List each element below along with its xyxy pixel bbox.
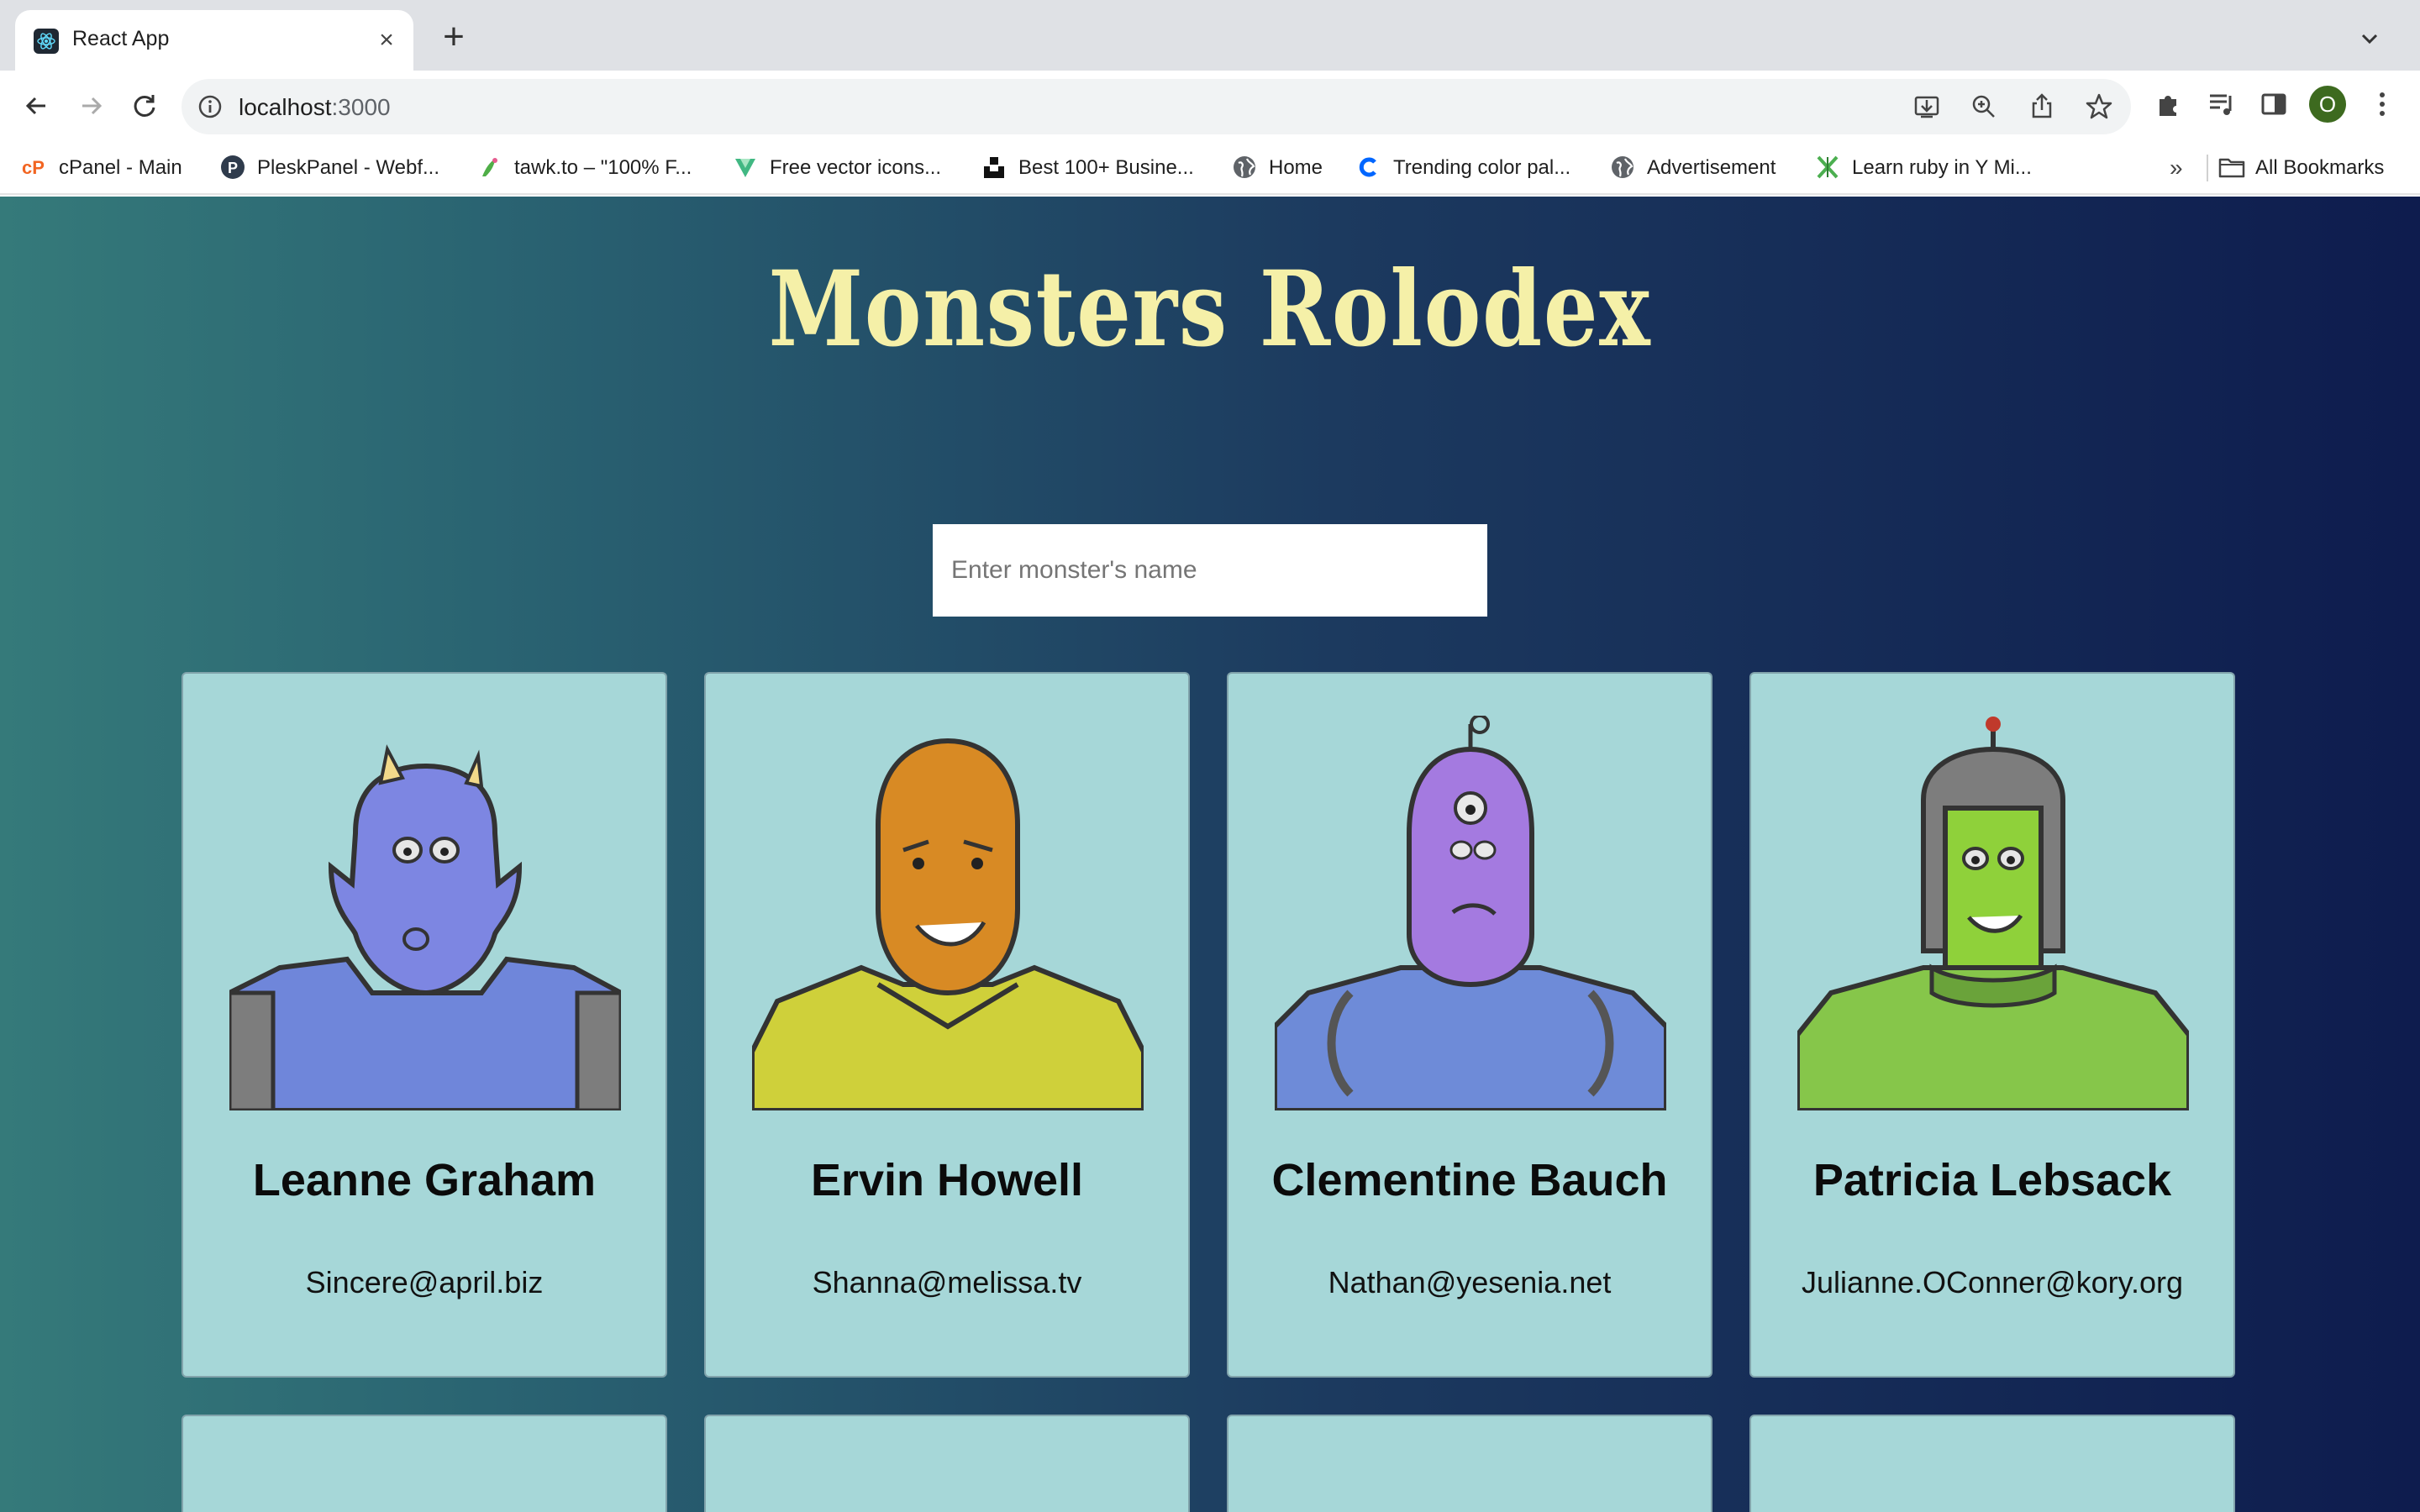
all-bookmarks-button[interactable]: All Bookmarks bbox=[2218, 153, 2384, 183]
tawk-icon bbox=[477, 155, 502, 180]
svg-text:cP: cP bbox=[22, 157, 45, 178]
url-port: :3000 bbox=[331, 94, 391, 120]
bookmark-label: Trending color pal... bbox=[1393, 156, 1571, 179]
bookmark-cpanel[interactable]: cP cPanel - Main bbox=[22, 153, 182, 183]
monster-name: Patricia Lebsack bbox=[1812, 1155, 2172, 1205]
bookmark-learn-ruby[interactable]: Learn ruby in Y Mi... bbox=[1815, 153, 2032, 183]
browser-toolbar: localhost:3000 bbox=[0, 71, 2420, 141]
bookmark-label: PleskPanel - Webf... bbox=[257, 156, 439, 179]
bookmark-plesk[interactable]: P PleskPanel - Webf... bbox=[220, 153, 439, 183]
monster-card[interactable] bbox=[182, 1415, 667, 1512]
tab-react-app[interactable]: React App × bbox=[15, 10, 413, 71]
bookmark-unsplash[interactable]: Best 100+ Busine... bbox=[981, 153, 1194, 183]
monster-name: Clementine Bauch bbox=[1271, 1155, 1668, 1205]
plesk-icon: P bbox=[220, 155, 245, 180]
install-icon[interactable] bbox=[1910, 90, 1944, 123]
search-input[interactable] bbox=[933, 524, 1487, 617]
bookmark-coolors[interactable]: Trending color pal... bbox=[1356, 153, 1570, 183]
globe-icon bbox=[1232, 155, 1257, 180]
bookmark-label: Learn ruby in Y Mi... bbox=[1852, 156, 2032, 179]
app-viewport: Monsters Rolodex Leanne Graham Sincere@a… bbox=[0, 197, 2420, 1512]
address-bar-actions bbox=[1890, 90, 2116, 123]
monster-image bbox=[752, 738, 1144, 1110]
monster-email: Shanna@melissa.tv bbox=[812, 1265, 1082, 1299]
bookmark-label: Home bbox=[1269, 156, 1323, 179]
folder-icon bbox=[2218, 155, 2245, 180]
extensions-icon[interactable] bbox=[2151, 87, 2185, 121]
url-host: localhost bbox=[239, 94, 332, 120]
address-bar[interactable]: localhost:3000 bbox=[182, 79, 2131, 134]
menu-icon[interactable] bbox=[2370, 87, 2395, 121]
back-icon[interactable] bbox=[18, 87, 55, 124]
bookmarks-bar: cP cPanel - Main P PleskPanel - Webf... ta… bbox=[0, 141, 2420, 195]
monster-email: Sincere@april.biz bbox=[305, 1265, 544, 1299]
all-bookmarks-label: All Bookmarks bbox=[2255, 156, 2385, 179]
bookmark-label: cPanel - Main bbox=[59, 156, 182, 179]
unsplash-icon bbox=[981, 155, 1007, 180]
monster-email: Nathan@yesenia.net bbox=[1328, 1265, 1612, 1299]
media-icon[interactable] bbox=[2205, 87, 2238, 121]
monster-card[interactable]: Clementine Bauch Nathan@yesenia.net bbox=[1227, 672, 1712, 1378]
monster-card[interactable] bbox=[704, 1415, 1190, 1512]
bookmark-label: Best 100+ Busine... bbox=[1018, 156, 1194, 179]
url-text: localhost:3000 bbox=[239, 94, 391, 121]
bookmark-home[interactable]: Home bbox=[1232, 153, 1323, 183]
zoom-icon[interactable] bbox=[1967, 90, 2001, 123]
bookmark-label: Advertisement bbox=[1647, 156, 1776, 179]
svg-text:P: P bbox=[228, 160, 238, 176]
monster-image bbox=[1275, 716, 1666, 1110]
forward-icon[interactable] bbox=[72, 87, 109, 124]
info-icon[interactable] bbox=[197, 93, 224, 120]
tab-title: React App bbox=[72, 27, 170, 50]
coolors-icon bbox=[1356, 155, 1381, 180]
monster-name: Ervin Howell bbox=[810, 1155, 1084, 1205]
vector-icon bbox=[733, 155, 758, 180]
bookmarks-divider bbox=[2207, 155, 2208, 181]
monster-card[interactable] bbox=[1227, 1415, 1712, 1512]
cpanel-icon: cP bbox=[22, 155, 47, 180]
bookmark-label: Free vector icons... bbox=[770, 156, 942, 179]
profile-avatar[interactable]: O bbox=[2309, 86, 2346, 123]
chevron-down-icon[interactable] bbox=[2353, 22, 2386, 55]
monster-email: Julianne.OConner@kory.org bbox=[1801, 1265, 2184, 1299]
new-tab-button[interactable]: + bbox=[437, 18, 471, 55]
tab-strip: React App × + bbox=[0, 0, 2420, 71]
share-icon[interactable] bbox=[2025, 90, 2059, 123]
monster-name: Leanne Graham bbox=[252, 1155, 597, 1205]
bookmark-tawk[interactable]: tawk.to – "100% F... bbox=[477, 153, 692, 183]
reload-icon[interactable] bbox=[126, 87, 163, 124]
close-tab-icon[interactable]: × bbox=[371, 25, 402, 55]
side-panel-icon[interactable] bbox=[2257, 87, 2291, 121]
globe-icon bbox=[1610, 155, 1635, 180]
monster-card[interactable]: Ervin Howell Shanna@melissa.tv bbox=[704, 672, 1190, 1378]
bookmark-label: tawk.to – "100% F... bbox=[514, 156, 692, 179]
monster-card[interactable]: Leanne Graham Sincere@april.biz bbox=[182, 672, 667, 1378]
react-icon bbox=[34, 29, 59, 54]
bookmark-vector[interactable]: Free vector icons... bbox=[733, 153, 941, 183]
x-icon bbox=[1815, 155, 1840, 180]
star-icon[interactable] bbox=[2082, 90, 2116, 123]
monster-image bbox=[229, 744, 621, 1110]
monster-card[interactable] bbox=[1749, 1415, 2235, 1512]
monster-card[interactable]: Patricia Lebsack Julianne.OConner@kory.o… bbox=[1749, 672, 2235, 1378]
monster-image bbox=[1797, 717, 2189, 1110]
app-title: Monsters Rolodex bbox=[768, 249, 1652, 370]
bookmark-advertisement[interactable]: Advertisement bbox=[1610, 153, 1776, 183]
more-bookmarks-button[interactable]: » bbox=[2170, 153, 2183, 183]
